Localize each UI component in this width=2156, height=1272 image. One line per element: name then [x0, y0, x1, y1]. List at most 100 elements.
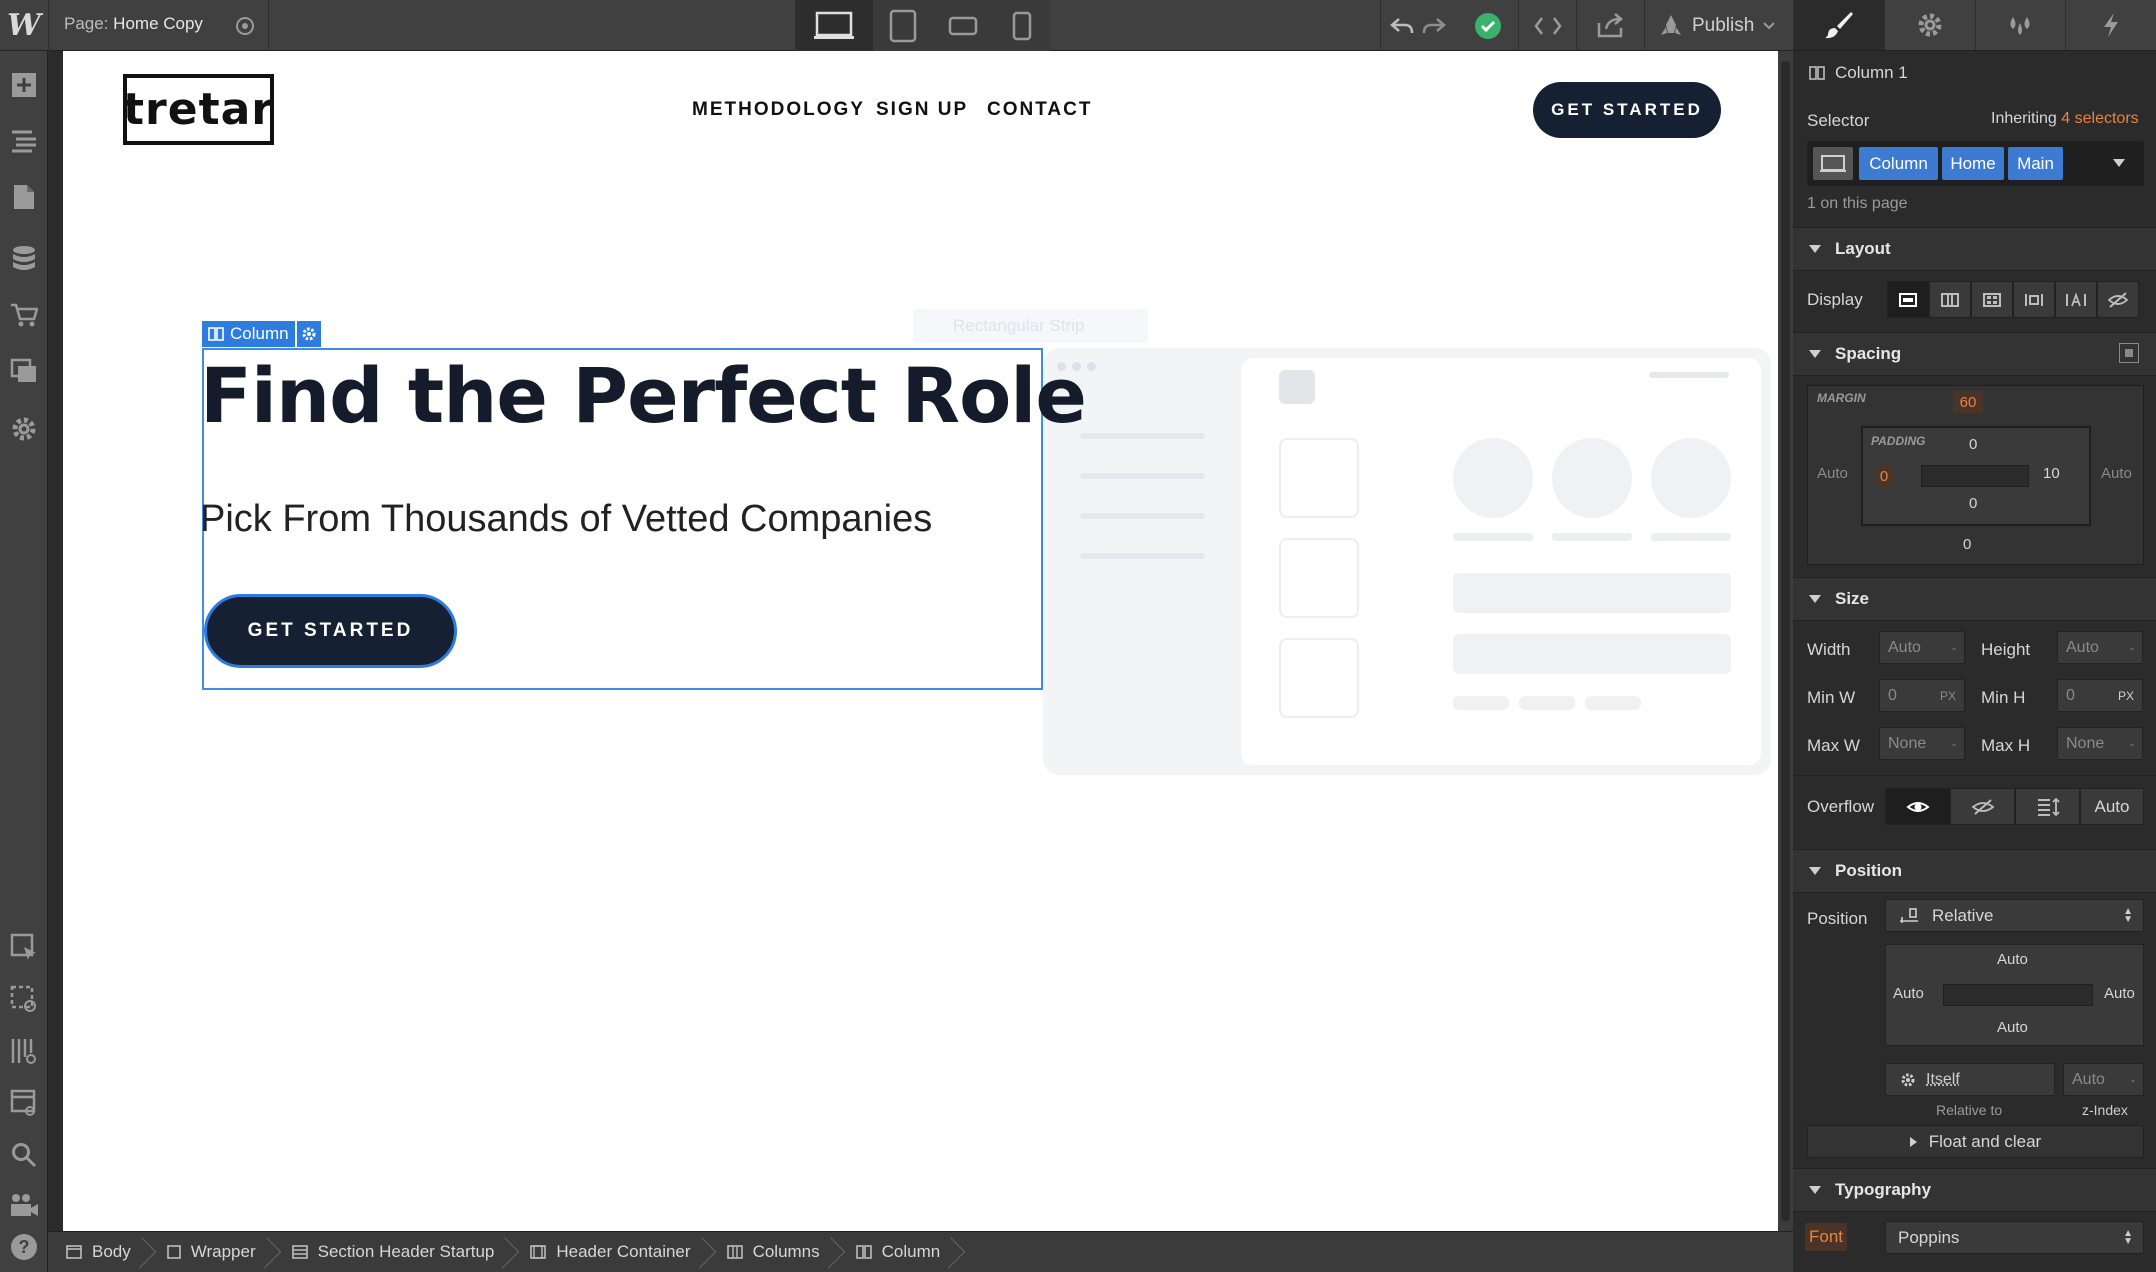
min-width-value: 0 [1888, 687, 1897, 705]
selector-pill-home[interactable]: Home [1942, 147, 2004, 180]
scrollbar-thumb[interactable] [1781, 61, 1790, 1221]
padding-bottom-value[interactable]: 0 [1969, 495, 1977, 512]
state-selector-icon[interactable] [1813, 147, 1853, 180]
redo-icon[interactable] [1414, 0, 1454, 51]
tablet-icon[interactable] [873, 0, 933, 51]
inheriting-selectors-link[interactable]: 4 selectors [2061, 110, 2138, 127]
min-width-label: Min W [1807, 688, 1855, 708]
tab-interactions[interactable] [1975, 0, 2066, 50]
overflow-scroll-icon[interactable] [2015, 788, 2080, 825]
padding-left-value[interactable]: 0 [1875, 465, 1893, 487]
header-get-started-button[interactable]: GET STARTED [1533, 82, 1721, 138]
video-tutorials-icon[interactable] [0, 1181, 48, 1229]
breadcrumb-wrapper[interactable]: Wrapper [149, 1232, 274, 1272]
grid-overlay-icon[interactable] [0, 1027, 48, 1075]
position-top-value[interactable]: Auto [1997, 951, 2028, 968]
spacing-section-header[interactable]: Spacing [1793, 332, 2156, 376]
padding-top-value[interactable]: 0 [1969, 436, 1977, 453]
position-bottom-value[interactable]: Auto [1997, 1019, 2028, 1036]
cms-icon[interactable] [0, 235, 48, 283]
divider [48, 0, 49, 51]
tab-settings[interactable] [1884, 0, 1975, 50]
circle-placeholder [1651, 438, 1731, 518]
preview-select-icon[interactable] [0, 975, 48, 1023]
margin-top-value[interactable]: 60 [1953, 391, 1983, 413]
page-canvas[interactable]: tretar METHODOLOGY SIGN UP CONTACT GET S… [63, 51, 1778, 1231]
export-icon[interactable] [1578, 0, 1644, 51]
display-grid-icon[interactable] [1971, 281, 2013, 318]
desktop-icon[interactable] [795, 0, 873, 51]
layout-section-header[interactable]: Layout [1793, 227, 2156, 271]
display-none-icon[interactable] [2097, 281, 2139, 318]
display-flex-icon[interactable] [1929, 281, 1971, 318]
overflow-auto-button[interactable]: Auto [2080, 788, 2144, 825]
position-left-value[interactable]: Auto [1893, 985, 1924, 1002]
column-settings-gear-icon[interactable] [297, 321, 321, 347]
min-height-input[interactable]: 0 PX [2057, 679, 2143, 712]
spacing-expand-icon[interactable] [2119, 343, 2139, 363]
selector-dropdown-icon[interactable] [2113, 159, 2125, 167]
max-width-input[interactable]: None - [1879, 727, 1965, 760]
canvas-scrollbar[interactable] [1778, 51, 1793, 1231]
float-and-clear-toggle[interactable]: Float and clear [1807, 1125, 2144, 1158]
position-section-header[interactable]: Position [1793, 849, 2156, 893]
preview-eye-icon[interactable] [222, 0, 268, 51]
breadcrumb-body[interactable]: Body [48, 1232, 149, 1272]
display-inline-block-icon[interactable] [2013, 281, 2055, 318]
help-icon[interactable]: ? [0, 1223, 48, 1271]
hero-title[interactable]: Find the Perfect Role [200, 351, 1086, 440]
position-select[interactable]: Relative ▲ ▼ [1885, 899, 2144, 932]
relative-to-input[interactable]: Itself [1885, 1063, 2055, 1096]
breadcrumb-columns[interactable]: Columns [709, 1232, 838, 1272]
display-inline-icon[interactable] [2055, 281, 2097, 318]
nav-sign-up[interactable]: SIGN UP [876, 99, 968, 121]
min-width-input[interactable]: 0 PX [1879, 679, 1965, 712]
z-index-input[interactable]: Auto - [2063, 1063, 2144, 1096]
font-select[interactable]: Poppins ▲ ▼ [1885, 1221, 2144, 1254]
column-tag-label[interactable]: Column [202, 321, 295, 347]
overflow-visible-icon[interactable] [1885, 788, 1950, 825]
settings-gear-icon[interactable] [0, 405, 48, 453]
column-selection-tag[interactable]: Column [202, 321, 321, 347]
breadcrumb-section[interactable]: Section Header Startup [274, 1232, 513, 1272]
selector-pill-main[interactable]: Main [2008, 147, 2063, 180]
select-element-icon[interactable] [0, 923, 48, 971]
tab-style[interactable] [1793, 0, 1884, 50]
webflow-logo[interactable]: W [0, 0, 48, 51]
select-arrows-icon: ▲ ▼ [2123, 908, 2133, 924]
margin-right-value[interactable]: Auto [2101, 465, 2132, 482]
max-height-input[interactable]: None - [2057, 727, 2143, 760]
breadcrumb-container[interactable]: Header Container [512, 1232, 708, 1272]
margin-bottom-value[interactable]: 0 [1963, 536, 1971, 553]
hero-subtitle[interactable]: Pick From Thousands of Vetted Companies [200, 498, 932, 541]
code-icon[interactable] [1520, 0, 1576, 51]
mobile-landscape-icon[interactable] [933, 0, 993, 51]
ecommerce-cart-icon[interactable] [0, 291, 48, 339]
typography-section-header[interactable]: Typography [1793, 1168, 2156, 1212]
tab-lightning[interactable] [2065, 0, 2156, 50]
position-right-value[interactable]: Auto [2104, 985, 2135, 1002]
mobile-portrait-icon[interactable] [993, 0, 1050, 51]
width-input[interactable]: Auto - [1879, 631, 1965, 664]
navigator-icon[interactable] [0, 117, 48, 165]
overflow-hidden-icon[interactable] [1950, 788, 2015, 825]
layout-preview-icon[interactable] [0, 1079, 48, 1127]
pages-icon[interactable] [0, 173, 48, 221]
display-block-icon[interactable] [1887, 281, 1929, 318]
margin-left-value[interactable]: Auto [1817, 465, 1848, 482]
search-icon[interactable] [0, 1131, 48, 1179]
height-input[interactable]: Auto - [2057, 631, 2143, 664]
padding-right-value[interactable]: 10 [2043, 465, 2060, 482]
site-logo[interactable]: tretar [123, 74, 274, 145]
nav-contact[interactable]: CONTACT [987, 99, 1092, 121]
left-sidebar: ? [0, 51, 48, 1272]
nav-methodology[interactable]: METHODOLOGY [692, 99, 865, 121]
breadcrumb-column[interactable]: Column [838, 1232, 959, 1272]
publish-button[interactable]: Publish [1658, 0, 1776, 51]
selector-pill-column[interactable]: Column [1859, 147, 1938, 180]
size-section-header[interactable]: Size [1793, 577, 2156, 621]
assets-icon[interactable] [0, 347, 48, 395]
page-selector[interactable]: Page: Home Copy [64, 14, 203, 34]
add-panel-icon[interactable] [0, 61, 48, 109]
hero-get-started-button[interactable]: GET STARTED [204, 594, 457, 668]
